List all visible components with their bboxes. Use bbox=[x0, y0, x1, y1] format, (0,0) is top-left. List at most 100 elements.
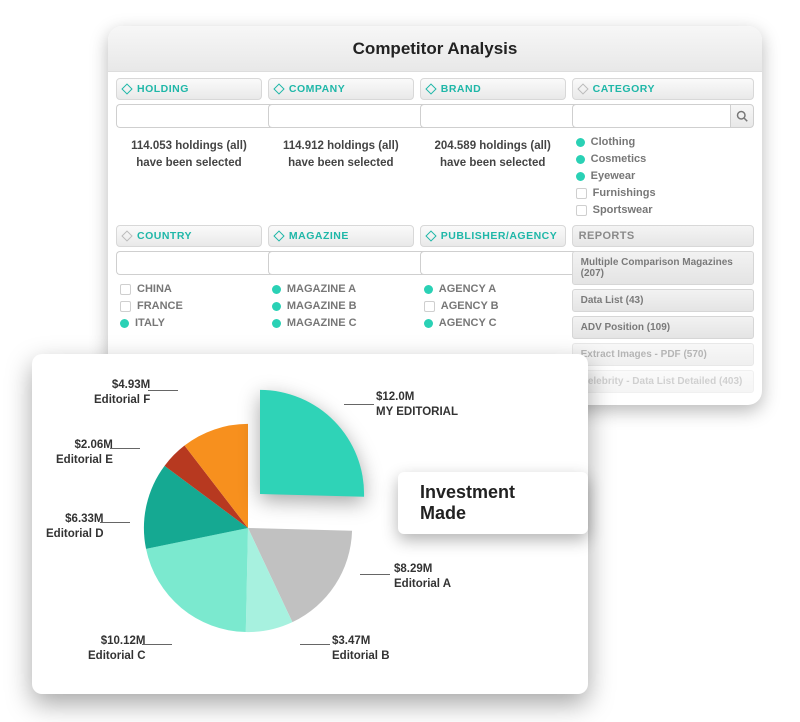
dot-icon bbox=[272, 302, 281, 311]
dot-icon bbox=[272, 319, 281, 328]
filter-label: COMPANY bbox=[289, 83, 345, 95]
filter-header-publisher[interactable]: PUBLISHER/AGENCY bbox=[420, 225, 566, 247]
analysis-panel: Competitor Analysis HOLDING 114.053 hold… bbox=[108, 26, 762, 405]
publisher-item[interactable]: AGENCY A bbox=[420, 281, 566, 298]
filter-header-company[interactable]: COMPANY bbox=[268, 78, 414, 100]
diamond-icon bbox=[121, 83, 132, 94]
publisher-item[interactable]: AGENCY C bbox=[420, 315, 566, 332]
report-item[interactable]: Multiple Comparison Magazines (207) bbox=[572, 251, 754, 285]
filter-label: PUBLISHER/AGENCY bbox=[441, 230, 558, 242]
filter-header-brand[interactable]: BRAND bbox=[420, 78, 566, 100]
category-item[interactable]: Cosmetics bbox=[572, 151, 754, 168]
category-item[interactable]: Sportswear bbox=[572, 202, 754, 219]
search-holding bbox=[116, 104, 262, 128]
diamond-icon bbox=[273, 83, 284, 94]
dot-icon bbox=[576, 138, 585, 147]
category-item[interactable]: Eyewear bbox=[572, 168, 754, 185]
magazine-item[interactable]: MAGAZINE A bbox=[268, 281, 414, 298]
slice-label-d: $6.33M Editorial D bbox=[46, 512, 104, 542]
filter-label: CATEGORY bbox=[593, 83, 655, 95]
slice-label-my-editorial: $12.0M MY EDITORIAL bbox=[376, 390, 458, 420]
report-item[interactable]: Extract Images - PDF (570) bbox=[572, 343, 754, 366]
report-item[interactable]: Data List (43) bbox=[572, 289, 754, 312]
slice-label-c: $10.12M Editorial C bbox=[88, 634, 146, 664]
holding-status: 114.053 holdings (all) have been selecte… bbox=[120, 138, 258, 173]
filter-label: HOLDING bbox=[137, 83, 189, 95]
dot-icon bbox=[424, 285, 433, 294]
magazine-list: MAGAZINE A MAGAZINE B MAGAZINE C bbox=[268, 281, 414, 332]
checkbox-icon bbox=[120, 301, 131, 312]
diamond-icon bbox=[577, 83, 588, 94]
chart-card: $12.0M MY EDITORIAL $8.29M Editorial A $… bbox=[32, 354, 588, 694]
search-input-country[interactable] bbox=[116, 251, 271, 275]
leader-line bbox=[344, 404, 374, 405]
search-icon bbox=[736, 110, 748, 122]
pie-raised-slice bbox=[152, 386, 368, 602]
filter-row-1: HOLDING 114.053 holdings (all) have been… bbox=[108, 72, 762, 219]
company-status: 114.912 holdings (all) have been selecte… bbox=[272, 138, 410, 173]
publisher-item[interactable]: AGENCY B bbox=[420, 298, 566, 315]
dot-icon bbox=[576, 172, 585, 181]
checkbox-icon bbox=[120, 284, 131, 295]
magazine-item[interactable]: MAGAZINE B bbox=[268, 298, 414, 315]
filter-header-country[interactable]: COUNTRY bbox=[116, 225, 262, 247]
filter-header-magazine[interactable]: MAGAZINE bbox=[268, 225, 414, 247]
chart-title-chip: Investment Made bbox=[398, 472, 588, 534]
filter-header-category[interactable]: CATEGORY bbox=[572, 78, 754, 100]
search-company bbox=[268, 104, 414, 128]
search-input-category[interactable] bbox=[572, 104, 730, 128]
diamond-icon bbox=[121, 230, 132, 241]
filter-label: COUNTRY bbox=[137, 230, 192, 242]
search-input-magazine[interactable] bbox=[268, 251, 423, 275]
filter-header-reports: REPORTS bbox=[572, 225, 754, 247]
search-publisher bbox=[420, 251, 566, 275]
category-list: Clothing Cosmetics Eyewear Furnishings S… bbox=[572, 134, 754, 219]
filter-header-holding[interactable]: HOLDING bbox=[116, 78, 262, 100]
search-country bbox=[116, 251, 262, 275]
search-button-category[interactable] bbox=[730, 104, 754, 128]
brand-status: 204.589 holdings (all) have been selecte… bbox=[424, 138, 562, 173]
checkbox-icon bbox=[424, 301, 435, 312]
dot-icon bbox=[424, 319, 433, 328]
search-input-holding[interactable] bbox=[116, 104, 271, 128]
report-item[interactable]: Celebrity - Data List Detailed (403) bbox=[572, 370, 754, 393]
search-input-company[interactable] bbox=[268, 104, 423, 128]
leader-line bbox=[300, 644, 330, 645]
country-item[interactable]: FRANCE bbox=[116, 298, 262, 315]
filter-holding: HOLDING 114.053 holdings (all) have been… bbox=[116, 78, 262, 219]
category-item[interactable]: Furnishings bbox=[572, 185, 754, 202]
diamond-icon bbox=[425, 83, 436, 94]
dot-icon bbox=[576, 155, 585, 164]
filter-company: COMPANY 114.912 holdings (all) have been… bbox=[268, 78, 414, 219]
filter-label: BRAND bbox=[441, 83, 481, 95]
search-input-brand[interactable] bbox=[420, 104, 575, 128]
filter-label: REPORTS bbox=[579, 230, 635, 242]
country-item[interactable]: CHINA bbox=[116, 281, 262, 298]
report-item[interactable]: ADV Position (109) bbox=[572, 316, 754, 339]
checkbox-icon bbox=[576, 188, 587, 199]
leader-line bbox=[360, 574, 390, 575]
magazine-item[interactable]: MAGAZINE C bbox=[268, 315, 414, 332]
dot-icon bbox=[272, 285, 281, 294]
diamond-icon bbox=[425, 230, 436, 241]
search-category bbox=[572, 104, 754, 128]
leader-line bbox=[142, 644, 172, 645]
filter-label: MAGAZINE bbox=[289, 230, 349, 242]
panel-title: Competitor Analysis bbox=[108, 26, 762, 72]
dot-icon bbox=[120, 319, 129, 328]
country-list: CHINA FRANCE ITALY bbox=[116, 281, 262, 332]
slice-label-e: $2.06M Editorial E bbox=[56, 438, 113, 468]
country-item[interactable]: ITALY bbox=[116, 315, 262, 332]
leader-line bbox=[148, 390, 178, 391]
diamond-icon bbox=[273, 230, 284, 241]
leader-line bbox=[110, 448, 140, 449]
filter-category: CATEGORY Clothing Cosmetics Eyewear Furn… bbox=[572, 78, 754, 219]
reports-list: Multiple Comparison Magazines (207) Data… bbox=[572, 251, 754, 393]
filter-reports: REPORTS Multiple Comparison Magazines (2… bbox=[572, 225, 754, 393]
publisher-list: AGENCY A AGENCY B AGENCY C bbox=[420, 281, 566, 332]
category-item[interactable]: Clothing bbox=[572, 134, 754, 151]
search-input-publisher[interactable] bbox=[420, 251, 575, 275]
slice-label-f: $4.93M Editorial F bbox=[94, 378, 150, 408]
search-magazine bbox=[268, 251, 414, 275]
search-brand bbox=[420, 104, 566, 128]
